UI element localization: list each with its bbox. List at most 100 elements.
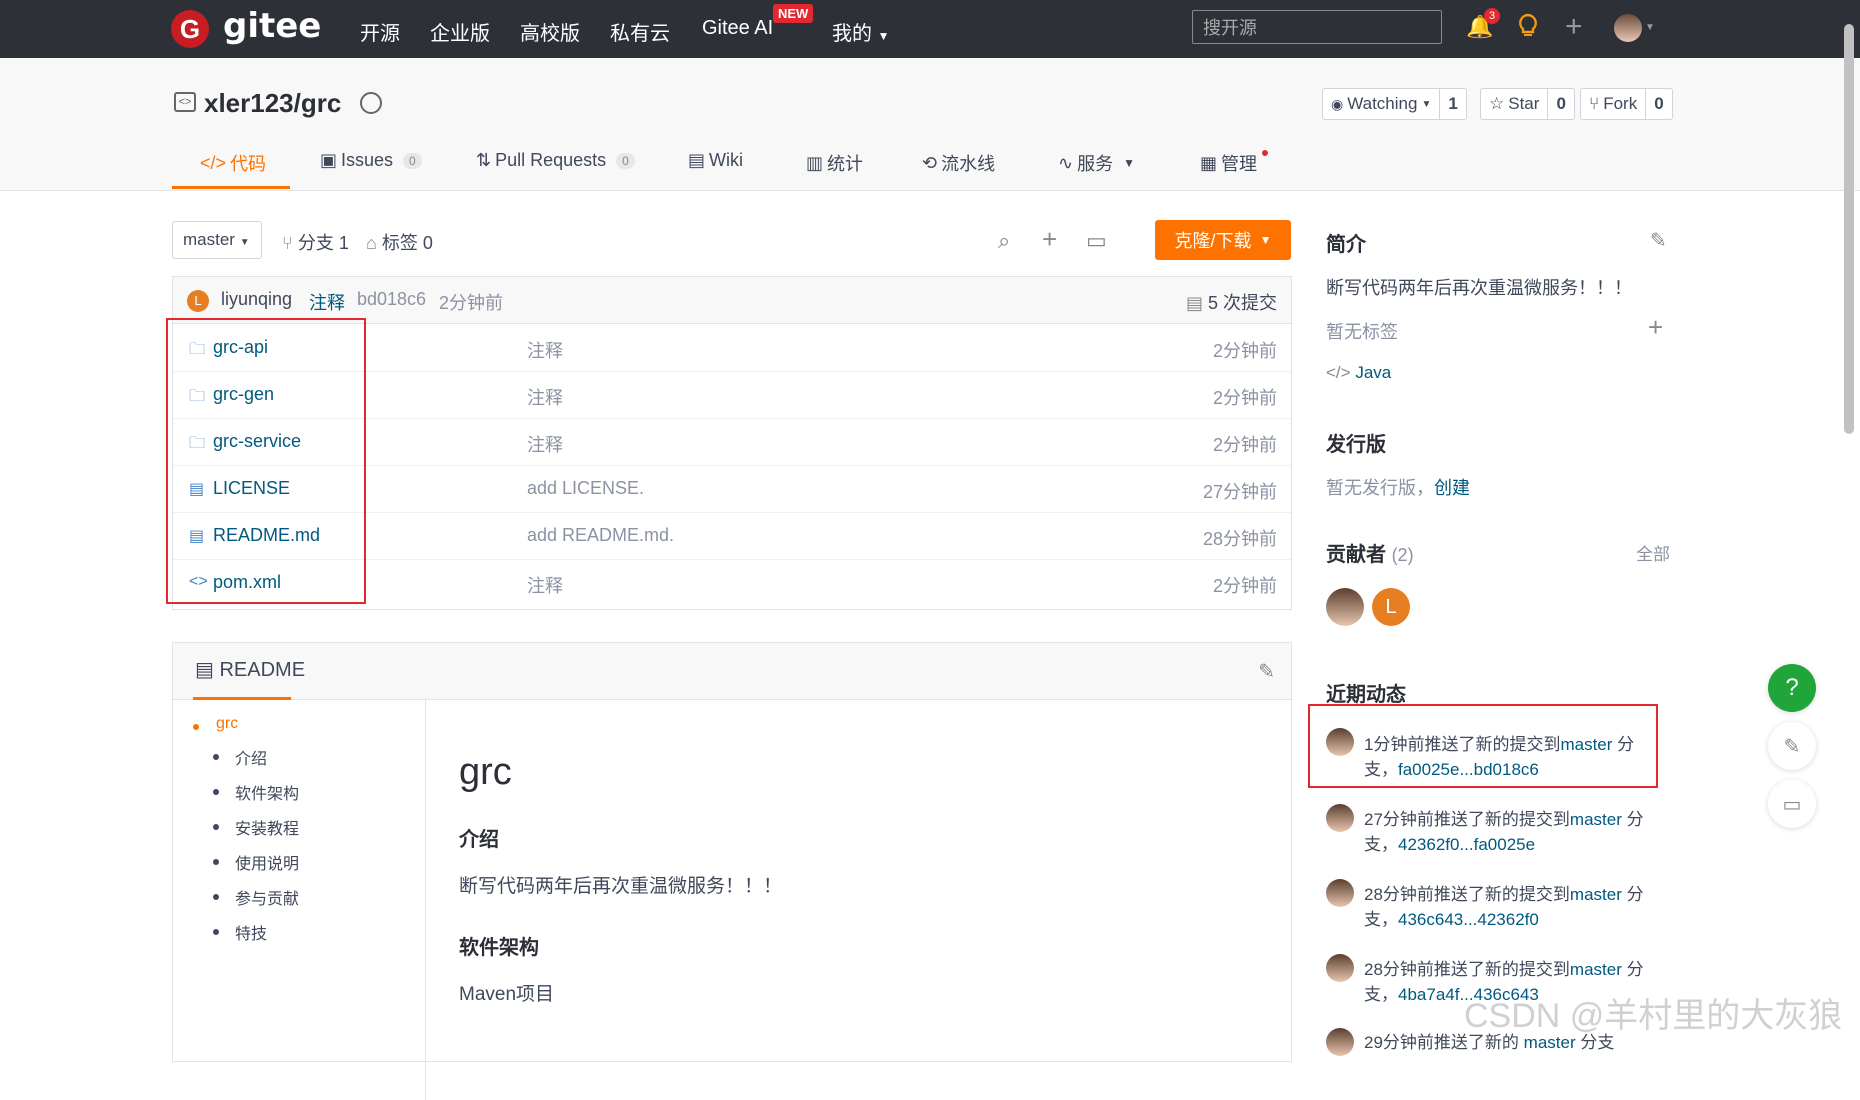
readme-subheading: 介绍 bbox=[459, 829, 499, 851]
watching-button[interactable]: ◉ Watching ▼ 1 bbox=[1322, 88, 1467, 120]
toc-item[interactable]: 软件架构 bbox=[235, 780, 299, 804]
nav-item-gitee-ai[interactable]: Gitee AI bbox=[702, 17, 773, 40]
tab-issues[interactable]: ▣ Issues 0 bbox=[320, 150, 422, 171]
commit-author-avatar[interactable]: L bbox=[187, 290, 209, 312]
activity-title: 近期动态 bbox=[1326, 684, 1406, 706]
contributor-avatar[interactable] bbox=[1326, 588, 1364, 626]
tab-stats[interactable]: ▥ 统计 bbox=[806, 150, 863, 176]
chat-button[interactable]: ▭ bbox=[1768, 780, 1816, 828]
tab-pipeline[interactable]: ⟲ 流水线 bbox=[922, 150, 995, 176]
intro-text: 断写代码两年后再次重温微服务！！！ bbox=[1326, 278, 1632, 298]
activity-avatar[interactable] bbox=[1326, 804, 1354, 832]
file-commit-message[interactable]: 注释 bbox=[527, 572, 563, 598]
page-scrollbar[interactable] bbox=[1844, 24, 1854, 434]
manage-red-dot bbox=[1262, 150, 1268, 156]
toc-item[interactable]: 安装教程 bbox=[235, 815, 299, 839]
file-commit-message[interactable]: 注释 bbox=[527, 431, 563, 457]
pr-icon: ⇅ bbox=[476, 150, 492, 170]
file-commit-message[interactable]: add README.md. bbox=[527, 525, 674, 546]
all-contributors-link[interactable]: 全部 bbox=[1636, 540, 1670, 565]
nav-item-education[interactable]: 高校版 bbox=[520, 17, 580, 46]
commit-hash[interactable]: bd018c6 bbox=[357, 289, 426, 310]
readme-subheading: 软件架构 bbox=[459, 937, 539, 959]
gitee-logo-text[interactable]: gitee bbox=[223, 6, 321, 46]
lightbulb-icon[interactable] bbox=[1517, 13, 1539, 37]
file-commit-message[interactable]: add LICENSE. bbox=[527, 478, 644, 499]
tab-code[interactable]: </> 代码 bbox=[200, 150, 266, 176]
contributors-title: 贡献者 (2) bbox=[1326, 544, 1414, 566]
service-icon: ∿ bbox=[1058, 152, 1074, 173]
edit-icon[interactable]: ✎ bbox=[1258, 659, 1275, 684]
readme-icon: ▤ bbox=[195, 659, 214, 681]
readme-tab[interactable]: ▤ README bbox=[195, 657, 305, 682]
toc-item[interactable]: 介绍 bbox=[235, 745, 267, 769]
activity-item: 28分钟前推送了新的提交到master 分支，436c643...42362f0 bbox=[1364, 885, 1644, 929]
fork-icon: ⑂ bbox=[1589, 94, 1600, 113]
certificate-icon[interactable] bbox=[360, 92, 382, 114]
toc-bullet bbox=[213, 859, 219, 865]
activity-avatar[interactable] bbox=[1326, 954, 1354, 982]
star-button[interactable]: ☆ Star 0 bbox=[1480, 88, 1575, 120]
watching-count[interactable]: 1 bbox=[1439, 89, 1465, 119]
tab-wiki[interactable]: ▤ Wiki bbox=[688, 150, 743, 171]
readme-heading: grc bbox=[459, 751, 512, 793]
contributor-avatar[interactable]: L bbox=[1372, 588, 1410, 626]
pipeline-icon: ⟲ bbox=[922, 152, 938, 173]
toc-bullet bbox=[213, 894, 219, 900]
nav-item-private-cloud[interactable]: 私有云 bbox=[610, 17, 670, 46]
tags-link[interactable]: ⌂ 标签 0 bbox=[366, 229, 433, 255]
repo-title[interactable]: xler123/grc bbox=[204, 88, 341, 119]
search-icon[interactable]: ⌕ bbox=[998, 228, 1010, 254]
feedback-button[interactable]: ✎ bbox=[1768, 722, 1816, 770]
nav-item-mine[interactable]: 我的 ▼ bbox=[832, 17, 889, 46]
issues-icon: ▣ bbox=[320, 150, 338, 170]
tab-manage[interactable]: ▦ 管理 bbox=[1200, 150, 1257, 176]
clone-download-button[interactable]: 克隆/下载 ▼ bbox=[1155, 220, 1291, 260]
active-tab-indicator bbox=[172, 186, 290, 189]
toc-item[interactable]: 参与贡献 bbox=[235, 885, 299, 909]
branches-link[interactable]: ⑂ 分支 1 bbox=[282, 229, 349, 255]
file-time: 2分钟前 bbox=[1212, 576, 1277, 596]
star-count[interactable]: 0 bbox=[1547, 89, 1573, 119]
user-avatar[interactable] bbox=[1614, 14, 1642, 42]
wiki-icon: ▤ bbox=[688, 150, 706, 170]
tab-pull-requests[interactable]: ⇅ Pull Requests 0 bbox=[476, 150, 635, 171]
branch-select[interactable]: master ▼ bbox=[172, 221, 262, 259]
file-commit-message[interactable]: 注释 bbox=[527, 337, 563, 363]
readme-paragraph: 断写代码两年后再次重温微服务！！！ bbox=[459, 876, 783, 897]
create-release-link[interactable]: 创建 bbox=[1434, 478, 1470, 498]
search-input[interactable]: 搜开源 bbox=[1192, 10, 1442, 44]
activity-avatar[interactable] bbox=[1326, 1028, 1354, 1056]
toc-item[interactable]: 特技 bbox=[235, 920, 267, 944]
release-row: 暂无发行版，创建 bbox=[1326, 478, 1470, 498]
nav-item-enterprise[interactable]: 企业版 bbox=[430, 17, 490, 46]
toc-item[interactable]: grc bbox=[216, 715, 238, 733]
stats-icon: ▥ bbox=[806, 152, 824, 173]
toc-bullet bbox=[213, 789, 219, 795]
help-button[interactable]: ? bbox=[1768, 664, 1816, 712]
tab-service[interactable]: ∿ 服务 ▼ bbox=[1058, 150, 1135, 176]
toc-item[interactable]: 使用说明 bbox=[235, 850, 299, 874]
commit-author[interactable]: liyunqing bbox=[221, 289, 292, 310]
activity-item: 27分钟前推送了新的提交到master 分支，42362f0...fa0025e bbox=[1364, 810, 1644, 854]
readme-toc: grc 介绍 软件架构 安装教程 使用说明 参与贡献 特技 bbox=[173, 700, 426, 1100]
gitee-logo-icon[interactable]: G bbox=[171, 10, 209, 48]
language-row[interactable]: </> Java bbox=[1326, 363, 1391, 383]
file-commit-message[interactable]: 注释 bbox=[527, 384, 563, 410]
top-navbar: G gitee 开源 企业版 高校版 私有云 Gitee AI NEW 我的 ▼… bbox=[0, 0, 1860, 58]
web-ide-icon[interactable]: ▭ bbox=[1086, 228, 1107, 254]
commit-message[interactable]: 注释 bbox=[309, 289, 345, 315]
fork-button[interactable]: ⑂ Fork 0 bbox=[1580, 88, 1673, 120]
commit-count-link[interactable]: ▤ 5 次提交 bbox=[1186, 289, 1277, 315]
branch-icon: ⑂ bbox=[282, 233, 293, 253]
activity-avatar[interactable] bbox=[1326, 879, 1354, 907]
repo-icon: <> bbox=[174, 92, 196, 112]
watermark: CSDN @羊村里的大灰狼 bbox=[1464, 997, 1843, 1035]
plus-icon[interactable]: + bbox=[1565, 10, 1583, 44]
chevron-down-icon[interactable]: ▼ bbox=[1645, 22, 1655, 33]
add-file-icon[interactable]: + bbox=[1042, 224, 1057, 255]
edit-intro-icon[interactable]: ✎ bbox=[1650, 228, 1667, 253]
fork-count[interactable]: 0 bbox=[1645, 89, 1671, 119]
nav-item-opensource[interactable]: 开源 bbox=[360, 17, 400, 46]
add-tag-icon[interactable]: + bbox=[1648, 312, 1663, 343]
